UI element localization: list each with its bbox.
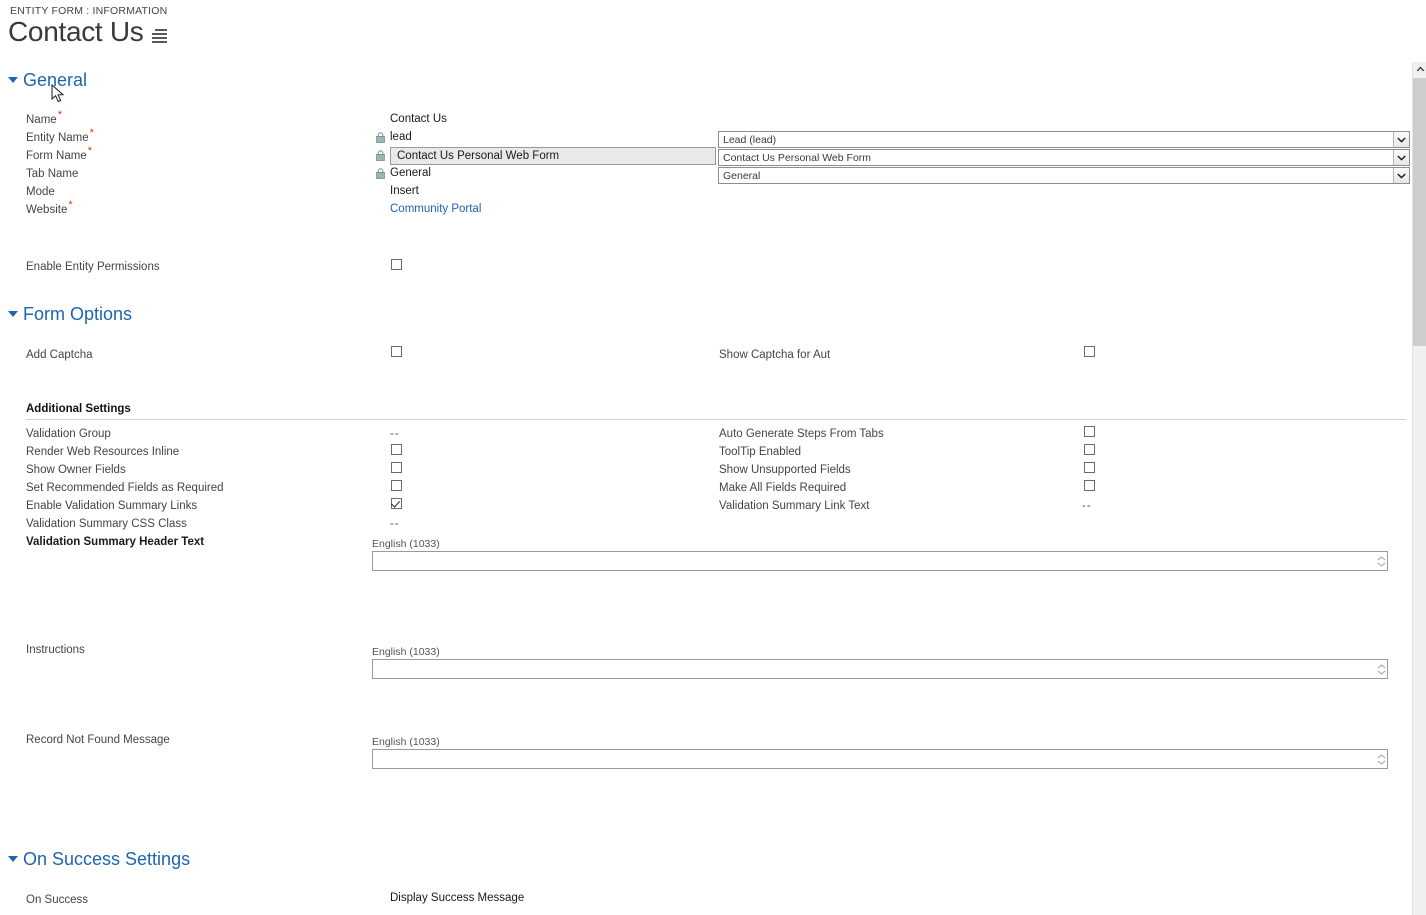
- locale-label-validation-summary-header-text: English (1033): [372, 538, 440, 550]
- form-name-select[interactable]: Contact Us Personal Web Form: [718, 149, 1410, 166]
- field-label-validation-group: Validation Group: [26, 428, 111, 440]
- field-label-make-all-fields-required: Make All Fields Required: [719, 482, 847, 494]
- field-value-tab-name[interactable]: General: [390, 167, 431, 179]
- checkbox-enable-entity-permissions[interactable]: [391, 259, 402, 270]
- checkbox-auto-generate-steps-from-tabs[interactable]: [1084, 426, 1095, 437]
- textarea-instructions[interactable]: [372, 659, 1388, 679]
- locale-label-instructions: English (1033): [372, 646, 440, 658]
- field-label-render-web-resources-inline: Render Web Resources Inline: [26, 446, 180, 458]
- field-label-show-captcha-auth: Show Captcha for Aut: [719, 349, 831, 361]
- field-value-mode[interactable]: Insert: [390, 185, 419, 197]
- field-label-entity-name: Entity Name*: [26, 127, 94, 144]
- locale-label-record-not-found-message: English (1033): [372, 736, 440, 748]
- divider: [26, 419, 1406, 420]
- spinner-record-not-found-message[interactable]: [1375, 750, 1388, 768]
- tab-name-select-value: General: [723, 169, 761, 182]
- spinner-validation-summary-header-text[interactable]: [1375, 552, 1388, 570]
- lock-icon: [376, 132, 385, 143]
- chevron-down-icon[interactable]: [1393, 150, 1409, 165]
- entity-form-information-page: ENTITY FORM : INFORMATION Contact Us Gen…: [0, 0, 1426, 915]
- checkbox-set-recommended-fields-as-required[interactable]: [391, 480, 402, 491]
- list-lines-icon[interactable]: [151, 29, 167, 43]
- checkbox-add-captcha[interactable]: [391, 346, 402, 357]
- chevron-down-icon: [1377, 562, 1386, 567]
- field-value-on-success[interactable]: Display Success Message: [390, 892, 524, 904]
- section-header-general-label: General: [23, 70, 88, 90]
- field-label-add-captcha: Add Captcha: [26, 349, 93, 361]
- checkbox-make-all-fields-required[interactable]: [1084, 480, 1095, 491]
- field-label-enable-validation-summary-links: Enable Validation Summary Links: [26, 500, 198, 512]
- checkbox-show-unsupported-fields[interactable]: [1084, 462, 1095, 473]
- field-label-show-unsupported-fields: Show Unsupported Fields: [719, 464, 851, 476]
- field-value-form-name-input[interactable]: Contact Us Personal Web Form: [390, 147, 716, 165]
- field-label-on-success: On Success: [26, 894, 88, 906]
- section-header-on-success-settings[interactable]: On Success Settings: [8, 849, 190, 870]
- spinner-instructions[interactable]: [1375, 660, 1388, 678]
- field-label-name: Name*: [26, 109, 62, 126]
- required-marker: *: [68, 199, 73, 212]
- vertical-scrollbar[interactable]: [1412, 62, 1426, 915]
- page-title: Contact Us: [8, 16, 144, 47]
- field-value-validation-summary-link-text[interactable]: --: [1082, 500, 1092, 512]
- field-label-enable-entity-permissions: Enable Entity Permissions: [26, 261, 160, 273]
- field-value-name[interactable]: Contact Us: [390, 113, 447, 125]
- field-value-entity-name[interactable]: lead: [390, 131, 412, 143]
- field-label-auto-generate-steps-from-tabs: Auto Generate Steps From Tabs: [719, 428, 884, 440]
- chevron-down-icon: [1377, 760, 1386, 765]
- lock-icon: [376, 150, 385, 161]
- checkbox-tooltip-enabled[interactable]: [1084, 444, 1095, 455]
- field-label-show-owner-fields: Show Owner Fields: [26, 464, 126, 476]
- entity-name-select[interactable]: Lead (lead): [718, 131, 1410, 148]
- chevron-down-icon[interactable]: [1393, 168, 1409, 183]
- required-marker: *: [87, 145, 92, 158]
- collapse-triangle-icon: [8, 855, 18, 862]
- section-header-form-options-label: Form Options: [23, 304, 133, 324]
- field-value-validation-summary-css-class[interactable]: --: [390, 518, 400, 530]
- checkbox-show-captcha-auth[interactable]: [1084, 346, 1095, 357]
- field-label-set-recommended-fields-as-required: Set Recommended Fields as Required: [26, 482, 224, 494]
- field-label-validation-summary-css-class: Validation Summary CSS Class: [26, 518, 187, 530]
- required-marker: *: [57, 109, 62, 122]
- field-label-validation-summary-header-text: Validation Summary Header Text: [26, 536, 205, 548]
- lock-icon: [376, 168, 385, 179]
- chevron-up-icon: [1377, 663, 1386, 668]
- textarea-record-not-found-message[interactable]: [372, 749, 1388, 769]
- field-label-form-name: Form Name*: [26, 145, 92, 162]
- chevron-down-icon: [1377, 670, 1386, 675]
- textarea-validation-summary-header-text[interactable]: [372, 551, 1388, 571]
- scroll-up-arrow-icon[interactable]: [1413, 62, 1426, 76]
- scrollbar-thumb[interactable]: [1413, 78, 1426, 346]
- field-label-instructions: Instructions: [26, 644, 85, 656]
- field-label-tooltip-enabled: ToolTip Enabled: [719, 446, 802, 458]
- field-value-validation-group[interactable]: --: [390, 428, 400, 440]
- entity-name-select-value: Lead (lead): [723, 133, 777, 146]
- field-label-mode: Mode: [26, 186, 55, 198]
- field-label-record-not-found-message: Record Not Found Message: [26, 734, 170, 746]
- field-label-validation-summary-link-text: Validation Summary Link Text: [719, 500, 870, 512]
- collapse-triangle-icon: [8, 76, 18, 83]
- chevron-up-icon: [1377, 555, 1386, 560]
- section-header-on-success-label: On Success Settings: [23, 849, 191, 869]
- checkbox-enable-validation-summary-links[interactable]: [391, 498, 402, 509]
- field-label-tab-name: Tab Name: [26, 168, 79, 180]
- page-title-row: Contact Us: [8, 18, 167, 46]
- checkbox-render-web-resources-inline[interactable]: [391, 444, 402, 455]
- tab-name-select[interactable]: General: [718, 167, 1410, 184]
- section-header-general[interactable]: General: [8, 70, 87, 91]
- checkbox-show-owner-fields[interactable]: [391, 462, 402, 473]
- form-name-select-value: Contact Us Personal Web Form: [723, 151, 872, 164]
- required-marker: *: [89, 127, 94, 140]
- collapse-triangle-icon: [8, 310, 18, 317]
- section-header-form-options[interactable]: Form Options: [8, 304, 132, 325]
- chevron-down-icon[interactable]: [1393, 132, 1409, 147]
- subsection-header-additional-settings: Additional Settings: [26, 403, 131, 415]
- chevron-up-icon: [1377, 753, 1386, 758]
- field-value-website-link[interactable]: Community Portal: [390, 203, 481, 215]
- field-label-website: Website*: [26, 199, 73, 216]
